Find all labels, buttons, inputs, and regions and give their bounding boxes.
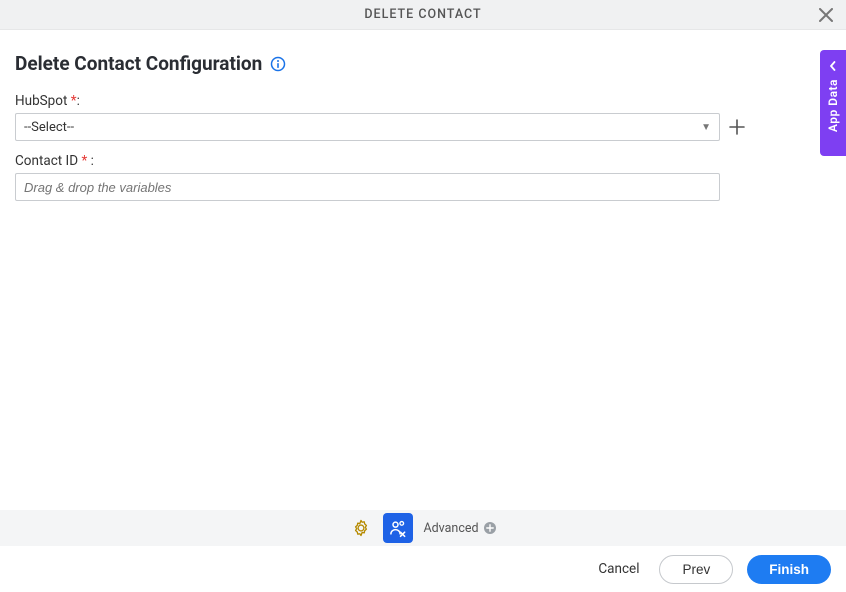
dialog-title: DELETE CONTACT bbox=[364, 7, 481, 22]
label-colon: : bbox=[77, 93, 80, 109]
settings-button[interactable] bbox=[349, 516, 373, 540]
contacts-tool-button[interactable] bbox=[383, 513, 413, 543]
hubspot-field-group: HubSpot *: --Select-- ▼ bbox=[15, 93, 831, 141]
app-data-panel-toggle[interactable]: App Data bbox=[820, 50, 846, 156]
content-area: Delete Contact Configuration HubSpot *: … bbox=[0, 30, 846, 201]
page-title: Delete Contact Configuration bbox=[15, 52, 262, 75]
hubspot-label: HubSpot *: bbox=[15, 93, 831, 109]
app-data-label: App Data bbox=[826, 79, 840, 132]
info-icon[interactable] bbox=[270, 56, 286, 72]
hubspot-select-value: --Select-- bbox=[24, 120, 74, 135]
contact-id-input[interactable] bbox=[15, 173, 720, 201]
hubspot-select-row: --Select-- ▼ bbox=[15, 113, 831, 141]
chevron-left-icon bbox=[828, 56, 838, 75]
plus-circle-icon bbox=[483, 521, 497, 535]
cancel-button[interactable]: Cancel bbox=[592, 555, 645, 583]
gear-icon bbox=[351, 518, 371, 538]
contact-id-field-group: Contact ID * : bbox=[15, 153, 831, 201]
finish-button[interactable]: Finish bbox=[747, 555, 831, 584]
hubspot-label-text: HubSpot bbox=[15, 93, 67, 109]
close-button[interactable] bbox=[816, 5, 836, 25]
advanced-toggle[interactable]: Advanced bbox=[423, 521, 496, 536]
required-marker: * bbox=[81, 153, 87, 169]
label-colon: : bbox=[91, 153, 94, 169]
add-hubspot-button[interactable] bbox=[728, 118, 746, 136]
header-bar: DELETE CONTACT bbox=[0, 0, 846, 30]
contact-id-label: Contact ID * : bbox=[15, 153, 831, 169]
hubspot-select[interactable]: --Select-- ▼ bbox=[15, 113, 720, 141]
close-icon bbox=[819, 8, 833, 22]
chevron-down-icon: ▼ bbox=[701, 122, 711, 133]
footer-actions: Cancel Prev Finish bbox=[0, 546, 846, 592]
people-x-icon bbox=[388, 518, 408, 538]
contact-id-label-text: Contact ID bbox=[15, 153, 78, 169]
advanced-label: Advanced bbox=[423, 521, 478, 536]
toolbar-strip: Advanced bbox=[0, 510, 846, 546]
plus-icon bbox=[728, 118, 746, 136]
prev-button[interactable]: Prev bbox=[659, 555, 733, 584]
page-title-row: Delete Contact Configuration bbox=[15, 52, 831, 75]
